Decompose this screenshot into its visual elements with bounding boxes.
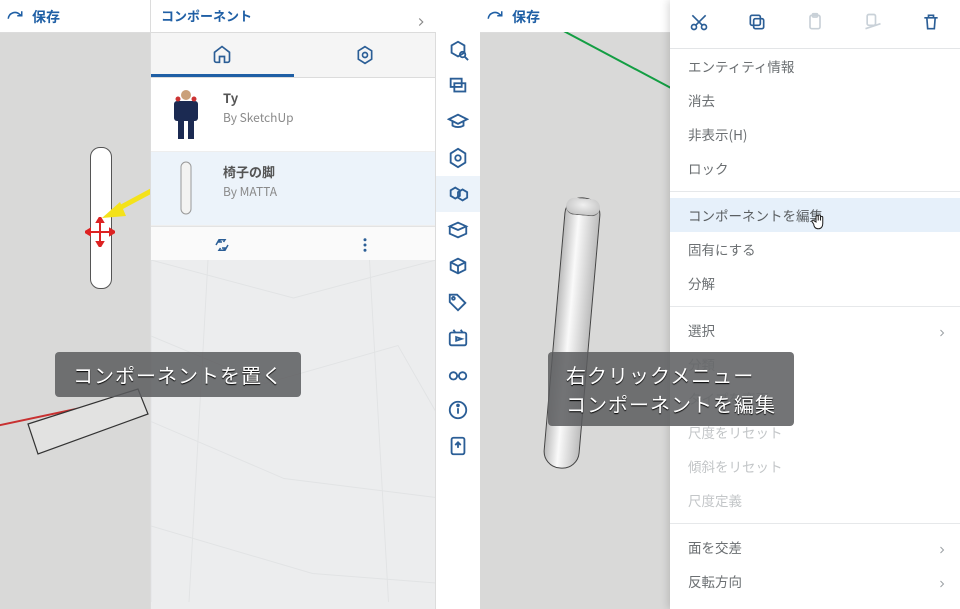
viewport-left[interactable] — [0, 32, 150, 609]
component-name: 椅子の脚 — [223, 162, 277, 181]
menu-separator — [670, 523, 960, 524]
annotation-arrow-icon — [100, 172, 150, 222]
paste-button — [805, 12, 825, 36]
component-author: By MATTA — [223, 183, 277, 200]
graduation-icon — [447, 111, 469, 133]
home-icon — [212, 44, 232, 64]
tray-layers[interactable] — [436, 68, 480, 104]
tray-components[interactable] — [436, 176, 480, 212]
menu-scale-definition: 尺度定義 — [670, 483, 960, 517]
layers-icon — [447, 75, 469, 97]
tray-export[interactable] — [436, 428, 480, 464]
export-icon — [447, 435, 469, 457]
menu-reset-skew: 傾斜をリセット — [670, 449, 960, 483]
paste-surface-button — [863, 12, 883, 36]
tab-settings[interactable] — [294, 33, 437, 77]
search-component-icon — [447, 39, 469, 61]
component-item[interactable]: 椅子の脚 By MATTA — [151, 152, 436, 226]
tray-box[interactable] — [436, 248, 480, 284]
more-vertical-icon — [356, 236, 374, 254]
caption-left: コンポーネントを置く — [55, 352, 301, 397]
selected-component[interactable] — [542, 196, 602, 470]
menu-select[interactable]: 選択 — [670, 313, 960, 347]
copy-button[interactable] — [747, 12, 767, 36]
panel-title: コンポーネント — [151, 0, 436, 33]
component-settings-icon — [447, 147, 469, 169]
component-item[interactable]: Ty By SketchUp — [151, 78, 436, 152]
components-3d-icon — [447, 183, 469, 205]
delete-button[interactable] — [921, 12, 941, 36]
menu-erase[interactable]: 消去 — [670, 83, 960, 117]
component-thumb — [161, 162, 211, 214]
menu-separator — [670, 191, 960, 192]
recycle-icon — [213, 236, 231, 254]
component-thumb — [161, 88, 211, 140]
menu-edit-component[interactable]: コンポーネントを編集 — [670, 198, 960, 232]
redo-icon[interactable] — [6, 6, 24, 24]
tag-icon — [447, 291, 469, 313]
glasses-icon — [447, 363, 469, 385]
menu-separator — [670, 306, 960, 307]
axis-green — [4, 32, 150, 52]
tab-home[interactable] — [151, 33, 294, 77]
context-menu: エンティティ情報 消去 非表示(H) ロック コンポーネントを編集 固有にする … — [670, 0, 960, 609]
menu-explode[interactable]: 分解 — [670, 266, 960, 300]
save-button[interactable]: 保存 — [512, 7, 540, 27]
tray-search-component[interactable] — [436, 32, 480, 68]
tray-tag[interactable] — [436, 284, 480, 320]
caption-right: 右クリックメニュー コンポーネントを編集 — [548, 352, 794, 426]
menu-lock[interactable]: ロック — [670, 151, 960, 185]
tray-learn[interactable] — [436, 104, 480, 140]
recycle-button[interactable] — [151, 227, 294, 263]
chevron-right-icon — [936, 540, 948, 560]
more-button[interactable] — [294, 227, 437, 263]
menu-intersect-faces[interactable]: 面を交差 — [670, 530, 960, 564]
cut-icon — [689, 12, 709, 32]
tray-video[interactable] — [436, 320, 480, 356]
info-icon — [447, 399, 469, 421]
panel-empty-area — [151, 260, 436, 609]
menu-entity-info[interactable]: エンティティ情報 — [670, 49, 960, 83]
cut-button[interactable] — [689, 12, 709, 36]
redo-icon[interactable] — [486, 6, 504, 24]
delete-icon — [921, 12, 941, 32]
chevron-right-icon — [936, 574, 948, 594]
tray-surface[interactable] — [436, 212, 480, 248]
tray-info[interactable] — [436, 392, 480, 428]
video-icon — [447, 327, 469, 349]
save-button[interactable]: 保存 — [32, 7, 60, 27]
hex-settings-icon — [355, 45, 375, 65]
chevron-right-icon — [936, 323, 948, 343]
box-icon — [447, 255, 469, 277]
tray-component-settings[interactable] — [436, 140, 480, 176]
menu-flip-along[interactable]: 反転方向 — [670, 564, 960, 598]
paste-icon — [805, 12, 825, 32]
surface-icon — [447, 219, 469, 241]
menu-make-unique[interactable]: 固有にする — [670, 232, 960, 266]
paste-surface-icon — [863, 12, 883, 32]
copy-icon — [747, 12, 767, 32]
component-name: Ty — [223, 88, 294, 107]
panel-title-text: コンポーネント — [161, 6, 252, 25]
tray-glasses[interactable] — [436, 356, 480, 392]
component-author: By SketchUp — [223, 109, 294, 126]
menu-hide[interactable]: 非表示(H) — [670, 117, 960, 151]
